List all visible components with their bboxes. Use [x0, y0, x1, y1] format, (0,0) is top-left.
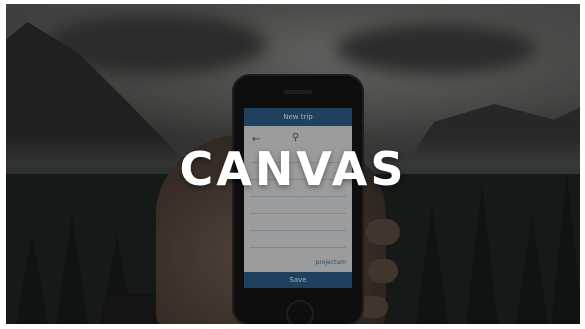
banner-title: CANVAS [179, 142, 407, 196]
banner-image: New trip ← ⚲ projectum Save CANVAS [6, 4, 580, 324]
